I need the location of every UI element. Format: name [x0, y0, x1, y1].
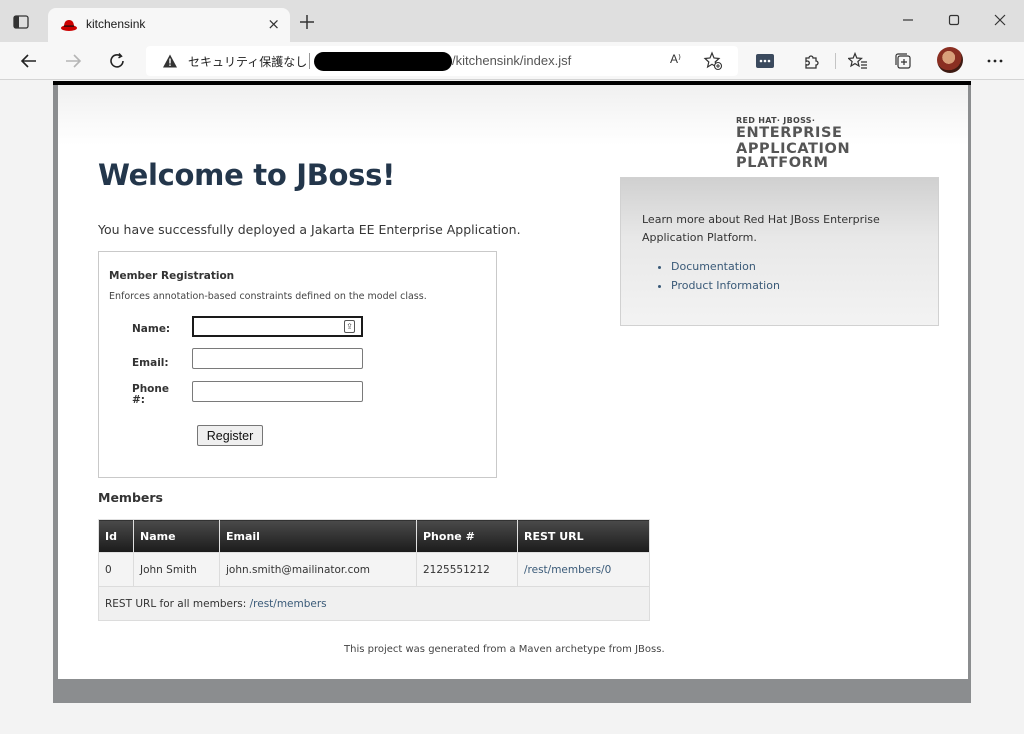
logo-line-1: RED HAT· JBOSS· — [736, 116, 816, 125]
rest-all-members-link[interactable]: /rest/members — [250, 598, 327, 610]
favorites-icon[interactable] — [847, 50, 869, 72]
column-header-rest-url: REST URL — [517, 519, 650, 553]
page-container: RED HAT· JBOSS· ENTERPRISE APPLICATION P… — [53, 81, 971, 703]
back-icon[interactable] — [18, 50, 40, 72]
registration-title: Member Registration — [109, 270, 235, 282]
cell-email: john.smith@mailinator.com — [219, 552, 417, 587]
email-field[interactable] — [192, 348, 363, 369]
member-registration-form: Member Registration Enforces annotation-… — [98, 251, 497, 478]
window-close-icon[interactable] — [990, 10, 1010, 30]
page-viewport: RED HAT· JBOSS· ENTERPRISE APPLICATION P… — [0, 81, 1024, 734]
browser-tab-bar: kitchensink × — [0, 0, 1024, 42]
email-label: Email: — [132, 357, 169, 369]
phone-label-line-2: #: — [132, 394, 145, 406]
plus-icon[interactable] — [297, 12, 317, 32]
cell-id: 0 — [98, 552, 134, 587]
info-link-list: Documentation Product Information — [671, 258, 780, 295]
page-title: Welcome to JBoss! — [98, 158, 396, 192]
column-header-email: Email — [219, 519, 417, 553]
column-header-name: Name — [133, 519, 220, 553]
read-aloud-button[interactable]: A⁾ — [670, 52, 681, 66]
collections-icon[interactable] — [892, 50, 914, 72]
redacted-host — [314, 52, 452, 71]
extension-badge-icon[interactable] — [754, 50, 776, 72]
tab-actions-icon[interactable] — [10, 12, 32, 32]
intro-text: You have successfully deployed a Jakarta… — [98, 222, 521, 237]
product-information-link[interactable]: Product Information — [671, 277, 780, 296]
redhat-favicon-icon — [60, 17, 78, 33]
address-bar[interactable]: セキュリティ保護なし /kitchensink/index.jsf A⁾ — [146, 46, 738, 76]
toolbar-separator — [835, 53, 836, 69]
rest-all-members-label: REST URL for all members: — [105, 597, 247, 610]
forward-icon[interactable] — [62, 50, 84, 72]
autofill-icon[interactable]: ⇪ — [344, 320, 355, 333]
tab-title: kitchensink — [86, 17, 146, 31]
maximize-icon[interactable] — [944, 10, 964, 30]
security-status-label[interactable]: セキュリティ保護なし — [188, 53, 307, 70]
cell-name: John Smith — [133, 552, 220, 587]
refresh-icon[interactable] — [106, 50, 128, 72]
warning-icon[interactable] — [162, 53, 178, 69]
info-text: Learn more about Red Hat JBoss Enterpris… — [642, 213, 880, 244]
extensions-icon[interactable] — [800, 50, 822, 72]
cell-rest-url-link[interactable]: /rest/members/0 — [517, 552, 650, 587]
more-icon[interactable] — [984, 50, 1006, 72]
add-favorite-icon[interactable] — [703, 51, 723, 71]
registration-description: Enforces annotation-based constraints de… — [109, 291, 427, 302]
table-header-row: Id Name Email Phone # REST URL — [98, 519, 650, 553]
table-row: 0 John Smith john.smith@mailinator.com 2… — [98, 552, 650, 587]
members-title: Members — [98, 490, 163, 505]
phone-label: Phone #: — [132, 384, 169, 406]
cell-phone: 2125551212 — [416, 552, 518, 587]
logo-line-3: APPLICATION PLATFORM — [736, 140, 851, 171]
browser-tab-kitchensink[interactable]: kitchensink × — [48, 8, 290, 42]
minimize-icon[interactable] — [898, 10, 918, 30]
jboss-eap-logo: RED HAT· JBOSS· ENTERPRISE APPLICATION P… — [736, 117, 946, 171]
page-content: RED HAT· JBOSS· ENTERPRISE APPLICATION P… — [58, 85, 968, 679]
logo-line-2: ENTERPRISE — [736, 125, 843, 141]
register-button[interactable]: Register — [197, 425, 263, 446]
members-table: Id Name Email Phone # REST URL 0 John Sm… — [98, 519, 650, 621]
documentation-link[interactable]: Documentation — [671, 258, 780, 277]
page-footer: This project was generated from a Maven … — [344, 644, 665, 655]
profile-avatar[interactable] — [937, 47, 963, 73]
column-header-phone: Phone # — [416, 519, 518, 553]
close-icon[interactable]: × — [267, 15, 280, 33]
url-path[interactable]: /kitchensink/index.jsf — [452, 53, 571, 68]
name-label: Name: — [132, 323, 171, 335]
address-separator — [309, 53, 310, 69]
column-header-id: Id — [98, 519, 134, 553]
phone-field[interactable] — [192, 381, 363, 402]
info-sidebar: Learn more about Red Hat JBoss Enterpris… — [620, 177, 939, 326]
rest-all-members-cell: REST URL for all members: /rest/members — [98, 586, 650, 621]
table-footer-row: REST URL for all members: /rest/members — [98, 586, 650, 621]
name-field[interactable]: ⇪ — [192, 316, 363, 337]
browser-toolbar: セキュリティ保護なし /kitchensink/index.jsf A⁾ — [0, 42, 1024, 80]
